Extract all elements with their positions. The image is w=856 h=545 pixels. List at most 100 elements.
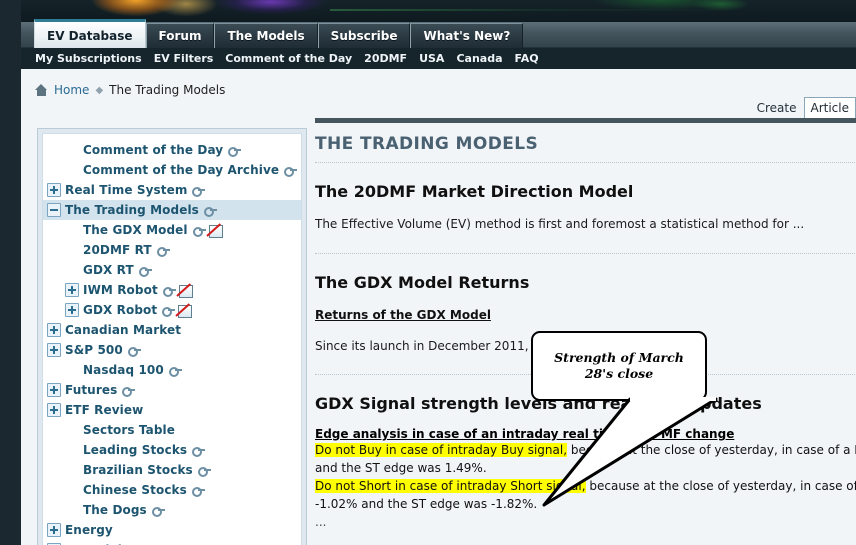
sidebar-item-label: Nasdaq 100 [83,363,164,377]
sidebar-item-the-dogs[interactable]: The Dogs [43,500,301,520]
tab-ev-database[interactable]: EV Database [34,19,146,48]
page-title: THE TRADING MODELS [315,134,539,154]
sidebar-item-label: Comment of the Day Archive [83,163,280,177]
subnav-item-canada[interactable]: Canada [456,52,502,65]
key-icon [127,345,141,357]
sidebar-item-label: Futures [65,383,118,397]
sidebar-item-label: Canadian Market [65,323,182,337]
section-text-20dmf: The Effective Volume (EV) method is firs… [315,217,805,231]
divider [315,162,856,163]
secondary-nav-list: My Subscriptions EV Filters Comment of the… [21,48,856,69]
subnav-item-faq[interactable]: FAQ [515,52,539,65]
callout-bubble: Strength of March 28's close [531,331,707,401]
sidebar-item-label: The GDX Model [83,223,188,237]
tab-list: EV Database Forum The Models Subscribe What'… [34,18,524,48]
sidebar-item-gdx-robot[interactable]: GDX Robot [43,300,301,320]
key-icon [191,485,205,497]
sidebar-item-label: S&P 500 [65,343,123,357]
sidebar-item-label: Real Time System [65,183,188,197]
left-rail [0,0,21,545]
sidebar-item-the-gdx-model[interactable]: The GDX Model [43,220,301,240]
sidebar-item-leading-stocks[interactable]: Leading Stocks [43,440,301,460]
expand-icon[interactable] [65,283,79,297]
sidebar-item-s-p-500[interactable]: S&P 500 [43,340,301,360]
subnav-item-ev-filters[interactable]: EV Filters [154,52,214,65]
section-heading-20dmf: The 20DMF Market Direction Model [315,182,634,201]
sidebar-tree: Comment of the Day Comment of the Day Arc… [42,133,302,545]
section-heading-gdx-returns: The GDX Model Returns [315,273,530,292]
tab-forum[interactable]: Forum [145,23,215,48]
sidebar-item-comment-of-the-day[interactable]: Comment of the Day [43,140,301,160]
sidebar-item-label: IWM Robot [83,283,158,297]
breadcrumb: Home ◆ The Trading Models [35,80,225,100]
sidebar-item-label: Chinese Stocks [83,483,187,497]
expand-icon[interactable] [47,523,61,537]
subnav-item-my-subscriptions[interactable]: My Subscriptions [35,52,142,65]
create-type-select[interactable]: Article [803,97,856,119]
key-icon [156,245,170,257]
book-restricted-icon [208,224,223,238]
sidebar-item-label: ETF Review [65,403,144,417]
sidebar-item-energy[interactable]: Energy [43,520,301,540]
key-icon [162,305,176,317]
subnav-item-20dmf[interactable]: 20DMF [364,52,407,65]
sidebar-item-futures[interactable]: Futures [43,380,301,400]
sidebar-item-canadian-market[interactable]: Canadian Market [43,320,301,340]
annotation-callout: Strength of March 28's close [531,331,718,507]
sidebar-item-label: GDX Robot [83,303,158,317]
breadcrumb-home-link[interactable]: Home [54,83,89,97]
key-icon [203,205,217,217]
sidebar-item-label: 20DMF RT [83,243,152,257]
breadcrumb-separator-icon: ◆ [95,84,104,96]
key-icon [138,265,152,277]
divider [315,253,856,254]
sidebar-item-label: Energy [65,523,113,537]
book-restricted-icon [178,284,193,298]
key-icon [162,285,176,297]
breadcrumb-current: The Trading Models [109,83,226,97]
key-icon [192,185,206,197]
expand-icon[interactable] [47,343,61,357]
subnav-item-usa[interactable]: USA [419,52,444,65]
sidebar-item-label: The Trading Models [65,203,199,217]
expand-icon[interactable] [47,403,61,417]
sidebar-item-label: Leading Stocks [83,443,188,457]
sidebar-item-brazilian-stocks[interactable]: Brazilian Stocks [43,460,301,480]
sidebar-item-comment-of-the-day-archive[interactable]: Comment of the Day Archive [43,160,301,180]
expand-icon[interactable] [47,323,61,337]
create-control: Create Article [757,97,856,119]
sidebar-item-chinese-stocks[interactable]: Chinese Stocks [43,480,301,500]
expand-icon[interactable] [65,303,79,317]
subnav-item-comment-of-the-day[interactable]: Comment of the Day [225,52,352,65]
sidebar-item-label: Brazilian Stocks [83,463,193,477]
key-icon [168,365,182,377]
sidebar-item-iwm-robot[interactable]: IWM Robot [43,280,301,300]
sidebar-item-nasdaq-100[interactable]: Nasdaq 100 [43,360,301,380]
sidebar-item-real-time-system[interactable]: Real Time System [43,180,301,200]
tab-subscribe[interactable]: Subscribe [317,23,411,48]
collapse-icon[interactable] [47,203,61,217]
app-root: EV Database Forum The Models Subscribe What'… [0,0,856,545]
expand-icon[interactable] [47,383,61,397]
sidebar-item-20dmf-rt[interactable]: 20DMF RT [43,240,301,260]
page-body: Home ◆ The Trading Models Create Article… [21,69,856,545]
link-returns-of-gdx-model[interactable]: Returns of the GDX Model [315,308,491,322]
key-icon [228,145,242,157]
key-icon [151,505,165,517]
sidebar: Comment of the Day Comment of the Day Arc… [37,128,307,545]
sidebar-item-etf-review[interactable]: ETF Review [43,400,301,420]
banner-streak [330,9,750,11]
secondary-nav: My Subscriptions EV Filters Comment of the… [21,48,856,69]
sidebar-item-the-trading-models[interactable]: The Trading Models [43,200,301,220]
expand-icon[interactable] [47,183,61,197]
sidebar-item-sectors-table[interactable]: Sectors Table [43,420,301,440]
tab-what-s-new[interactable]: What's New? [410,23,524,48]
callout-tail-icon [542,397,718,507]
sidebar-item-materials[interactable]: Materials [43,540,301,545]
key-icon [192,225,206,237]
home-icon [35,84,48,96]
tab-the-models[interactable]: The Models [214,23,318,48]
sidebar-item-gdx-rt[interactable]: GDX RT [43,260,301,280]
key-icon [192,445,206,457]
